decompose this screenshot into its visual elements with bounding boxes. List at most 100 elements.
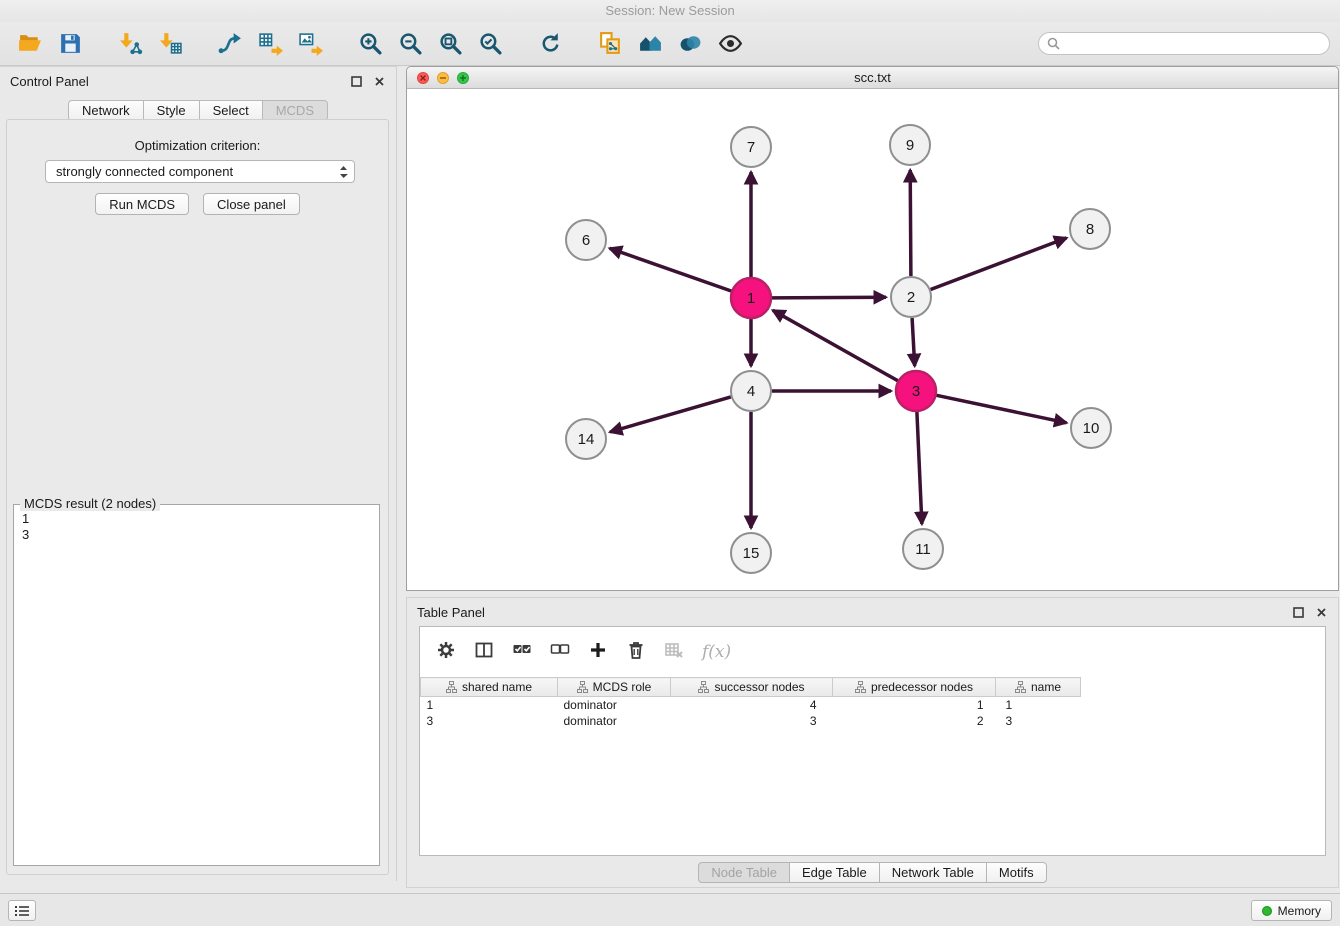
table-cell[interactable]: 2 (833, 713, 996, 729)
visual-style-button[interactable] (670, 27, 710, 61)
float-table-panel-button[interactable] (1291, 605, 1305, 619)
tab-motifs[interactable]: Motifs (987, 862, 1047, 883)
close-table-panel-button[interactable] (1314, 605, 1328, 619)
graph-edge-2-9[interactable] (910, 170, 911, 276)
graph-edge-4-14[interactable] (610, 397, 731, 432)
deselect-all-columns-button[interactable] (550, 640, 570, 665)
graph-node-7[interactable]: 7 (731, 127, 771, 167)
graph-node-14[interactable]: 14 (566, 419, 606, 459)
close-icon (374, 76, 385, 87)
table-cell[interactable]: dominator (558, 697, 671, 713)
table-settings-button[interactable] (436, 640, 456, 665)
search-input[interactable] (1066, 37, 1321, 51)
graph-node-6[interactable]: 6 (566, 220, 606, 260)
table-cell[interactable]: 4 (671, 697, 833, 713)
save-session-button[interactable] (50, 27, 90, 61)
close-panel-button[interactable]: Close panel (203, 193, 300, 215)
attribute-icon (446, 681, 457, 693)
table-cell[interactable]: 3 (421, 713, 558, 729)
table-cell[interactable]: 1 (833, 697, 996, 713)
toggle-graphics-button[interactable] (710, 27, 750, 61)
task-history-button[interactable] (8, 900, 36, 921)
graph-edge-1-2[interactable] (772, 297, 886, 298)
table-cell[interactable]: 3 (996, 713, 1081, 729)
control-panel-title: Control Panel (10, 74, 89, 89)
graph-edge-3-1[interactable] (773, 310, 898, 380)
zoom-in-button[interactable] (350, 27, 390, 61)
import-network-button[interactable] (110, 27, 150, 61)
search-box[interactable] (1038, 32, 1330, 55)
column-header-name[interactable]: name (996, 678, 1081, 697)
zoom-fit-button[interactable] (430, 27, 470, 61)
refresh-view-button[interactable] (530, 27, 570, 61)
minimize-window-button[interactable] (437, 72, 449, 84)
apply-layout-button[interactable] (630, 27, 670, 61)
close-panel-x-button[interactable] (372, 74, 386, 88)
graph-node-8[interactable]: 8 (1070, 209, 1110, 249)
column-header-successor-nodes[interactable]: successor nodes (671, 678, 833, 697)
zoom-selected-button[interactable] (470, 27, 510, 61)
close-window-button[interactable] (417, 72, 429, 84)
column-header-predecessor-nodes[interactable]: predecessor nodes (833, 678, 996, 697)
export-network-button[interactable] (210, 27, 250, 61)
select-all-columns-button[interactable] (512, 640, 532, 665)
graph-node-4[interactable]: 4 (731, 371, 771, 411)
tab-style[interactable]: Style (144, 100, 200, 121)
column-header-shared-name[interactable]: shared name (421, 678, 558, 697)
clone-network-icon (598, 31, 623, 56)
split-columns-button[interactable] (474, 640, 494, 665)
float-panel-button[interactable] (349, 74, 363, 88)
graph-edge-2-3[interactable] (912, 318, 915, 366)
clone-network-button[interactable] (590, 27, 630, 61)
tab-node-table[interactable]: Node Table (698, 862, 790, 883)
tab-mcds[interactable]: MCDS (263, 100, 328, 121)
zoom-out-icon (398, 31, 423, 56)
graph-node-9[interactable]: 9 (890, 125, 930, 165)
graph-node-15[interactable]: 15 (731, 533, 771, 573)
graph-edge-3-10[interactable] (937, 395, 1067, 423)
function-builder-button[interactable]: f(x) (702, 642, 731, 662)
table-cell[interactable]: dominator (558, 713, 671, 729)
maximize-window-button[interactable] (457, 72, 469, 84)
import-table-button[interactable] (150, 27, 190, 61)
graph-node-1[interactable]: 1 (731, 278, 771, 318)
graph-edge-3-11[interactable] (917, 412, 922, 524)
graph-node-10[interactable]: 10 (1071, 408, 1111, 448)
network-canvas[interactable]: 1 2 3 4 6 7 8 9 10 11 14 15 (407, 89, 1338, 590)
tab-network-table[interactable]: Network Table (880, 862, 987, 883)
network-window-titlebar[interactable]: scc.txt (407, 67, 1338, 89)
zoom-out-button[interactable] (390, 27, 430, 61)
window-titlebar[interactable]: Session: New Session (0, 0, 1340, 22)
export-table-button[interactable] (250, 27, 290, 61)
status-bar: Memory (0, 893, 1340, 926)
add-column-button[interactable] (588, 640, 608, 665)
delete-table-button[interactable] (664, 640, 684, 665)
table-row-1[interactable]: 1dominator411 (421, 697, 1081, 713)
tab-select[interactable]: Select (200, 100, 263, 121)
delete-column-button[interactable] (626, 640, 646, 665)
open-folder-icon (18, 31, 43, 56)
import-network-icon (118, 31, 143, 56)
graph-node-label: 4 (747, 383, 755, 400)
table-row-2[interactable]: 3dominator323 (421, 713, 1081, 729)
application-window: Session: New Session (0, 0, 1340, 926)
column-header-MCDS-role[interactable]: MCDS role (558, 678, 671, 697)
run-mcds-button[interactable]: Run MCDS (95, 193, 189, 215)
table-panel-header: Table Panel (407, 598, 1338, 626)
graph-edge-2-8[interactable] (931, 238, 1067, 290)
table-cell[interactable]: 3 (671, 713, 833, 729)
graph-node-2[interactable]: 2 (891, 277, 931, 317)
graph-node-3[interactable]: 3 (896, 371, 936, 411)
graph-edge-1-6[interactable] (610, 248, 732, 291)
table-cell[interactable]: 1 (996, 697, 1081, 713)
tab-network[interactable]: Network (68, 100, 144, 121)
graph-node-label: 14 (578, 431, 595, 448)
memory-button[interactable]: Memory (1251, 900, 1332, 921)
open-file-button[interactable] (10, 27, 50, 61)
export-image-button[interactable] (290, 27, 330, 61)
tab-edge-table[interactable]: Edge Table (790, 862, 880, 883)
graph-node-11[interactable]: 11 (903, 529, 943, 569)
mcds-result-text[interactable]: 1 3 (14, 505, 379, 549)
table-cell[interactable]: 1 (421, 697, 558, 713)
criterion-select[interactable]: strongly connected component (45, 160, 355, 183)
